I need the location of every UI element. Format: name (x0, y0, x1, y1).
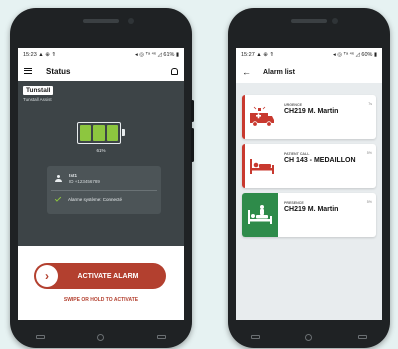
brand-logo: Tunstall (23, 86, 54, 95)
activate-alarm-label: ACTIVATE ALARM (77, 272, 139, 280)
earpiece (83, 19, 119, 23)
volume-button (191, 128, 194, 162)
system-nav-bar (10, 326, 192, 348)
front-camera (128, 18, 134, 24)
status-bar-time: 15:23 ▲ ⊕ ⇑ (23, 51, 57, 58)
status-screen: 15:23 ▲ ⊕ ⇑ ◂ ◎ ᵀᵃ ⁴⁶ ◿ 61% ▮ Status Tun… (18, 48, 184, 320)
alarm-card[interactable]: PATIENT CALL CH 143 - MEDAILLON 5% (242, 144, 376, 188)
alarm-card[interactable]: URGENCE CH219 M. Martin 7s (242, 95, 376, 139)
user-id: ID +123456789 (69, 179, 100, 184)
alarm-type: URGENCE (284, 103, 302, 107)
divider (51, 190, 157, 191)
alarm-icon-area (242, 95, 278, 139)
ambulance-icon (249, 106, 274, 127)
menu-icon[interactable] (24, 68, 32, 74)
nav-home-icon[interactable] (97, 333, 105, 341)
caregiver-bed-icon (248, 205, 272, 224)
alarm-icon-area (242, 144, 278, 188)
status-bar: 15:27 ▲ ⊕ ⇑ ◂ ◎ ᵀᵃ ⁴⁶ ◿ 60% ▮ (236, 48, 382, 61)
status-bar-icons: ◂ ◎ ᵀᵃ ⁴⁶ ◿ 61% ▮ (134, 51, 179, 58)
user-info-card: tst1 ID +123456789 Alarme système: Conne… (47, 166, 161, 214)
battery-bar (80, 125, 92, 141)
nav-back-icon[interactable] (250, 335, 260, 339)
swipe-hint: SWIPE OR HOLD TO ACTIVATE (63, 297, 139, 303)
alarm-time: 5% (366, 200, 372, 204)
left-phone: 15:23 ▲ ⊕ ⇑ ◂ ◎ ᵀᵃ ⁴⁶ ◿ 61% ▮ Status Tun… (10, 8, 194, 348)
battery-bar (93, 125, 105, 141)
status-bar-time: 15:27 ▲ ⊕ ⇑ (241, 51, 275, 58)
system-nav-bar (228, 326, 390, 348)
nav-recent-icon[interactable] (358, 335, 368, 339)
page-title: Alarm list (263, 68, 295, 76)
app-bar: Status (18, 61, 184, 81)
chevron-right-icon[interactable]: › (36, 265, 58, 287)
side-button (191, 100, 194, 122)
page-title: Status (46, 66, 71, 76)
nav-home-icon[interactable] (305, 333, 313, 341)
status-bar-icons: ◂ ◎ ᵀᵃ ⁴⁶ ◿ 60% ▮ (332, 51, 377, 58)
alarm-type: PATIENT CALL (284, 152, 310, 156)
brand-subtitle: Tunstall Assist (23, 97, 52, 102)
system-status: Alarme système: Connecté (68, 197, 123, 202)
alarm-room: CH219 M. Martin (284, 108, 339, 115)
nav-recent-icon[interactable] (156, 335, 166, 339)
earpiece (291, 19, 327, 23)
back-arrow-icon[interactable]: ← (242, 67, 251, 77)
status-bar: 15:23 ▲ ⊕ ⇑ ◂ ◎ ᵀᵃ ⁴⁶ ◿ 61% ▮ (18, 48, 184, 61)
alarm-type: PRESENCE (284, 201, 304, 205)
check-icon (54, 195, 62, 202)
alarm-card[interactable]: PRESENCE CH219 M. Martin 5% (242, 193, 376, 237)
user-icon (55, 175, 62, 182)
activate-alarm-button[interactable]: › ACTIVATE ALARM (34, 263, 166, 289)
battery-bar (106, 125, 118, 141)
alarm-room: CH 143 - MEDAILLON (284, 157, 356, 164)
nav-back-icon[interactable] (36, 335, 46, 339)
alarm-list-screen: 15:27 ▲ ⊕ ⇑ ◂ ◎ ᵀᵃ ⁴⁶ ◿ 60% ▮ ← Alarm li… (236, 48, 382, 320)
alarm-room: CH219 M. Martin (284, 206, 339, 213)
app-bar: ← Alarm list (236, 61, 382, 83)
bell-icon[interactable] (171, 67, 178, 75)
status-panel: Tunstall Tunstall Assist 61% tst1 ID +12… (18, 81, 184, 246)
user-name: tst1 (69, 173, 78, 178)
battery-percent: 61% (96, 148, 106, 153)
alarm-time: 5% (366, 151, 372, 155)
front-camera (332, 18, 338, 24)
alarm-time: 7s (368, 102, 372, 106)
battery-icon (77, 122, 125, 144)
alarm-icon-area (242, 193, 278, 237)
patient-bed-icon (249, 159, 274, 174)
right-phone: 15:27 ▲ ⊕ ⇑ ◂ ◎ ᵀᵃ ⁴⁶ ◿ 60% ▮ ← Alarm li… (228, 8, 390, 348)
